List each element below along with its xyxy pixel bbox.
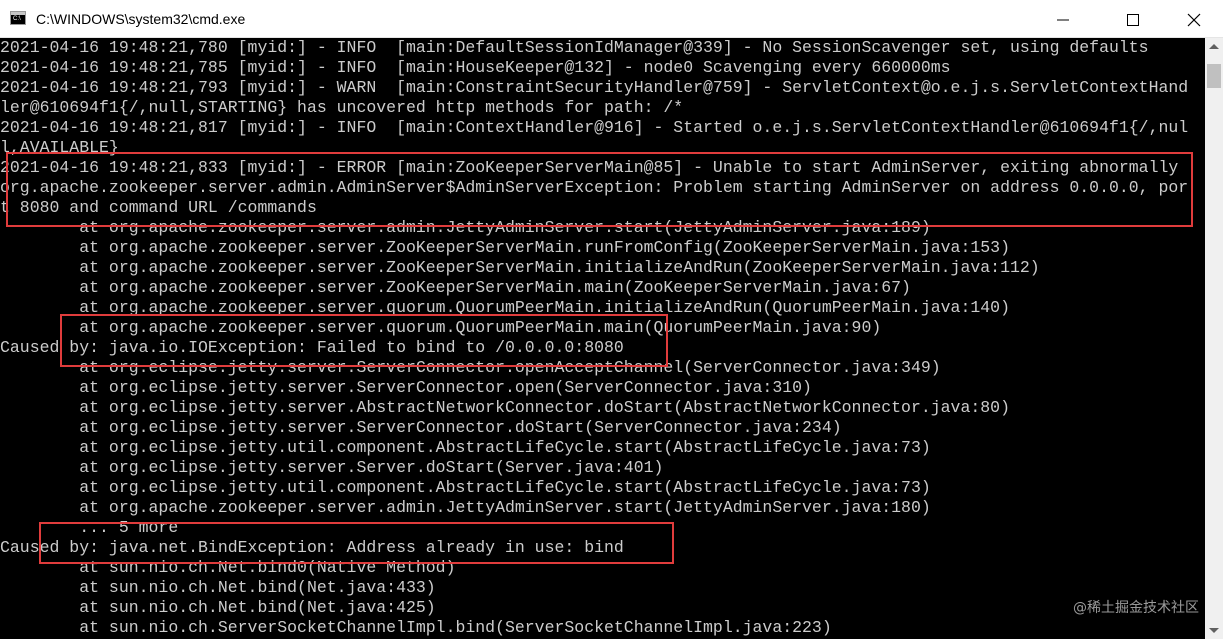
console-line: at sun.nio.ch.Net.bind(Net.java:425) <box>0 598 436 617</box>
vertical-scrollbar[interactable] <box>1205 38 1223 639</box>
maximize-icon <box>1127 14 1139 26</box>
scrollbar-thumb[interactable] <box>1207 64 1221 88</box>
highlight-box-error <box>6 152 1193 227</box>
console-line: 2021-04-16 19:48:21,817 [myid:] - INFO [… <box>0 118 1189 137</box>
close-button[interactable] <box>1171 0 1217 38</box>
console-line: at org.apache.zookeeper.server.ZooKeeper… <box>0 278 911 297</box>
console-line: 2021-04-16 19:48:21,785 [myid:] - INFO [… <box>0 58 951 77</box>
scroll-down-icon[interactable] <box>1209 628 1219 633</box>
highlight-box-bindexception <box>39 522 674 564</box>
cmd-icon-text: C:\ <box>13 16 21 22</box>
console-line: at org.eclipse.jetty.util.component.Abst… <box>0 478 931 497</box>
minimize-icon <box>1057 19 1069 21</box>
console-line: at org.eclipse.jetty.server.AbstractNetw… <box>0 398 1010 417</box>
console-line: ler@610694f1{/,null,STARTING} has uncove… <box>0 98 684 117</box>
console-line: at org.eclipse.jetty.server.Server.doSta… <box>0 458 664 477</box>
title-bar[interactable]: C:\ C:\WINDOWS\system32\cmd.exe <box>0 0 1223 38</box>
console-line: at org.eclipse.jetty.util.component.Abst… <box>0 438 931 457</box>
console-line: at org.apache.zookeeper.server.ZooKeeper… <box>0 258 1040 277</box>
watermark: @稀土掘金技术社区 <box>1073 600 1199 616</box>
cmd-icon: C:\ <box>10 11 26 25</box>
maximize-button[interactable] <box>1110 0 1156 38</box>
console-line: at org.eclipse.jetty.server.ServerConnec… <box>0 378 812 397</box>
scroll-up-icon[interactable] <box>1209 44 1219 49</box>
console-line: at org.apache.zookeeper.server.ZooKeeper… <box>0 238 1010 257</box>
console-line: at org.eclipse.jetty.server.ServerConnec… <box>0 418 842 437</box>
close-icon <box>1187 13 1201 27</box>
highlight-box-ioexception <box>60 314 668 367</box>
console-line: at org.apache.zookeeper.server.admin.Jet… <box>0 498 931 517</box>
minimize-button[interactable] <box>1040 0 1086 38</box>
console-line: at sun.nio.ch.Net.bind(Net.java:433) <box>0 578 436 597</box>
console-line: 2021-04-16 19:48:21,780 [myid:] - INFO [… <box>0 38 1149 57</box>
window-title: C:\WINDOWS\system32\cmd.exe <box>36 11 246 27</box>
console-line: at sun.nio.ch.ServerSocketChannelImpl.bi… <box>0 618 832 637</box>
console-line: 2021-04-16 19:48:21,793 [myid:] - WARN [… <box>0 78 1189 97</box>
